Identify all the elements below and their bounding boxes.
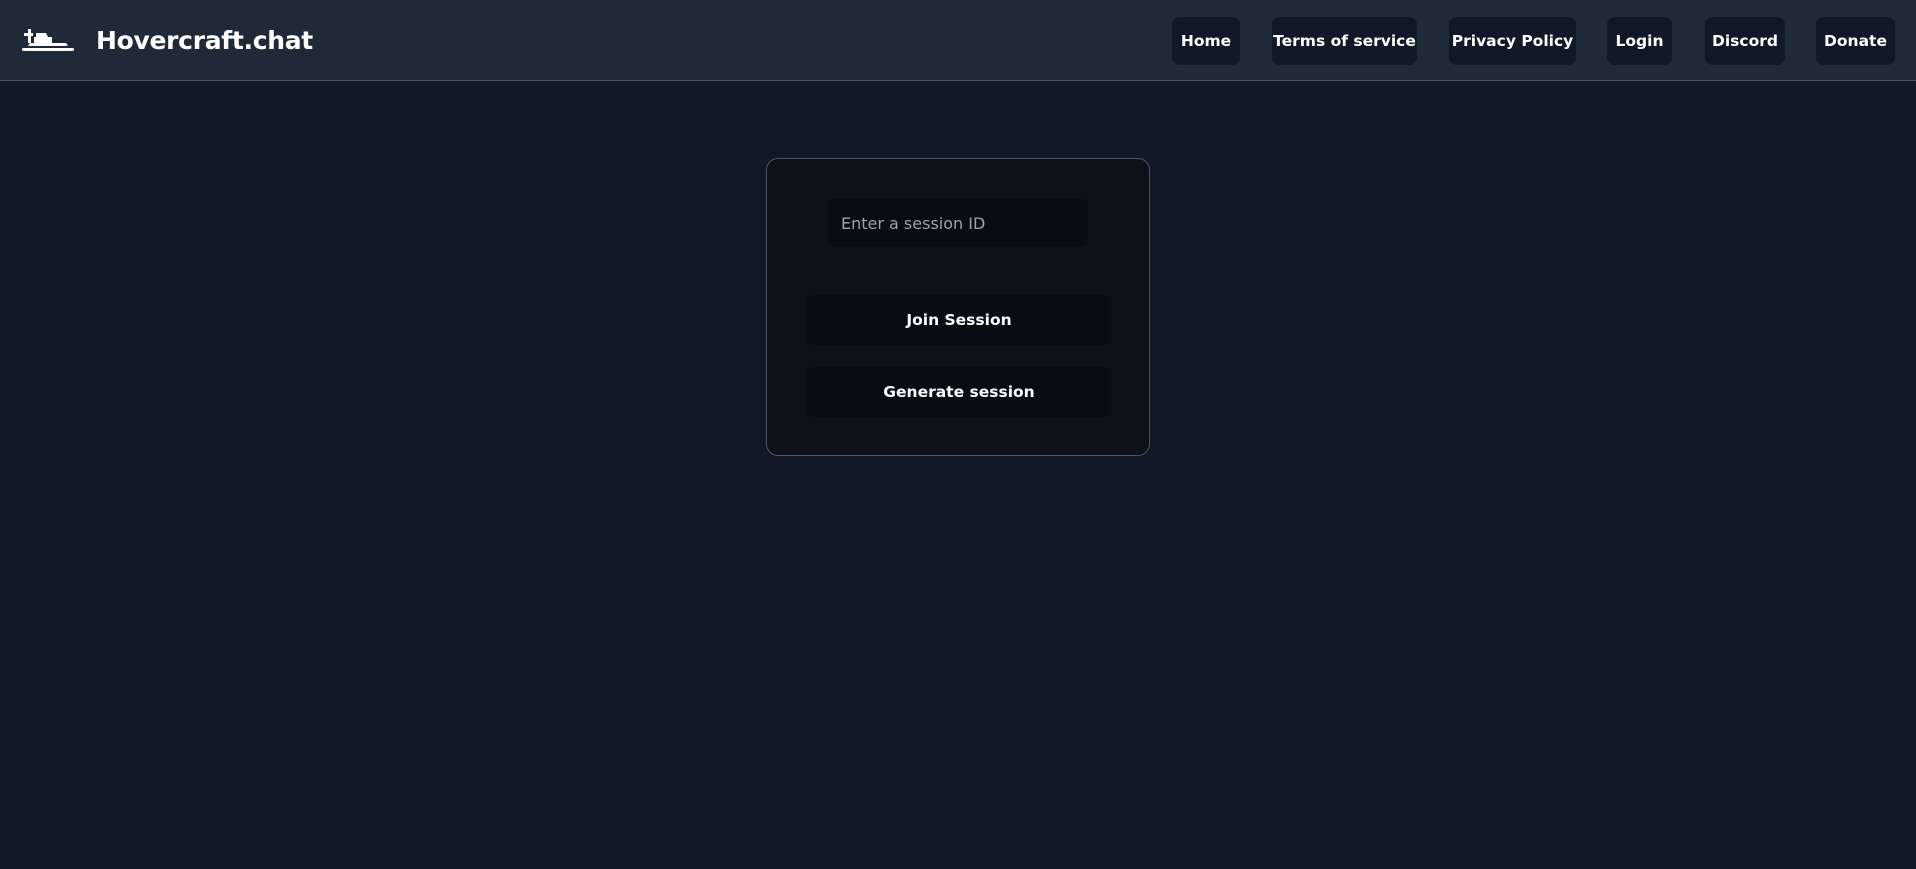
nav-discord-button[interactable]: Discord	[1705, 17, 1785, 65]
nav-home-button[interactable]: Home	[1172, 17, 1240, 65]
nav-donate-button[interactable]: Donate	[1816, 17, 1895, 65]
site-title: Hovercraft.chat	[96, 25, 313, 55]
session-card: Join Session Generate session	[766, 158, 1150, 456]
generate-session-button[interactable]: Generate session	[807, 367, 1111, 417]
nav-terms-button[interactable]: Terms of service	[1272, 17, 1417, 65]
join-session-button[interactable]: Join Session	[807, 295, 1111, 345]
top-navbar: Hovercraft.chat Home Terms of service Pr…	[0, 0, 1916, 81]
nav-login-button[interactable]: Login	[1607, 17, 1672, 65]
hovercraft-icon	[22, 29, 74, 51]
brand[interactable]: Hovercraft.chat	[20, 22, 313, 58]
session-id-input[interactable]	[828, 199, 1088, 247]
nav-privacy-button[interactable]: Privacy Policy	[1449, 17, 1576, 65]
